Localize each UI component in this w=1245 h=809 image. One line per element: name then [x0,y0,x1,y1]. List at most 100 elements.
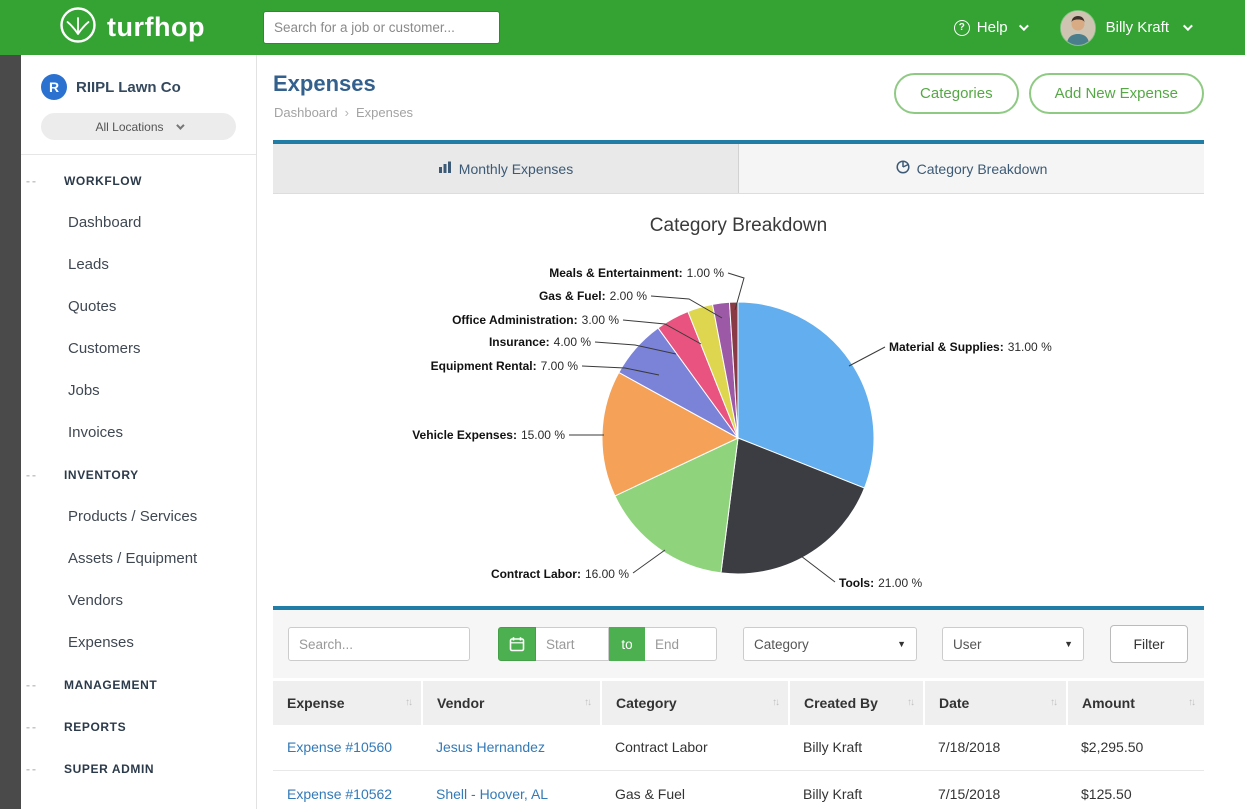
calendar-icon[interactable] [498,627,536,661]
column-header-expense[interactable]: Expense↑↓ [273,680,422,725]
tab-monthly-expenses[interactable]: Monthly Expenses [273,144,739,193]
brand-name: turfhop [107,12,205,43]
page-actions: Categories Add New Expense [894,73,1204,114]
sidebar-item-jobs[interactable]: Jobs [21,370,256,412]
pie-chart [601,301,875,575]
turfhop-logo-icon [58,5,98,50]
category-select[interactable]: Category ▼ [743,627,917,661]
sidebar-item-quotes[interactable]: Quotes [21,286,256,328]
select-arrow-icon: ▼ [1064,639,1073,649]
user-menu[interactable]: Billy Kraft [1060,10,1190,46]
amount-cell: $2,295.50 [1067,725,1204,771]
sort-icon: ↑↓ [907,697,913,708]
sort-icon: ↑↓ [405,697,411,708]
date-cell: 7/15/2018 [924,771,1067,809]
expense-link[interactable]: Expense #10562 [287,786,392,802]
expense-link[interactable]: Expense #10560 [287,739,392,755]
user-select-value: User [953,637,982,652]
page-title: Expenses [273,71,376,97]
date-to-label: to [609,627,645,661]
table-header-row: Expense↑↓ Vendor↑↓ Category↑↓ Created By… [273,680,1204,725]
pie-label-insurance: Insurance4.00 % [489,335,591,349]
chevron-down-icon [1019,21,1029,31]
column-header-created-by[interactable]: Created By↑↓ [789,680,924,725]
expenses-table: Expense↑↓ Vendor↑↓ Category↑↓ Created By… [273,678,1204,809]
chevron-down-icon [1183,21,1193,31]
help-label: Help [977,19,1008,36]
column-header-date[interactable]: Date↑↓ [924,680,1067,725]
company-info: R RIIPL Lawn Co [41,74,236,100]
app-window: turfhop ? Help Billy Kraft [0,0,1245,809]
created-by-cell: Billy Kraft [789,771,924,809]
pie-label-tools: Tools21.00 % [839,576,922,590]
sidebar-item-assets-equipment[interactable]: Assets / Equipment [21,538,256,580]
column-header-amount[interactable]: Amount↑↓ [1067,680,1204,725]
avatar [1060,10,1096,46]
sidebar-section-super-admin[interactable]: SUPER ADMIN [21,748,256,790]
breadcrumb: Dashboard › Expenses [274,105,413,120]
date-cell: 7/18/2018 [924,725,1067,771]
location-selector-label: All Locations [95,120,163,134]
sidebar-item-dashboard[interactable]: Dashboard [21,202,256,244]
turfhop-logo[interactable]: turfhop [58,5,263,50]
bar-chart-icon [438,160,452,177]
select-arrow-icon: ▼ [897,639,906,649]
categories-button[interactable]: Categories [894,73,1019,114]
sidebar-item-expenses[interactable]: Expenses [21,622,256,664]
vendor-link[interactable]: Jesus Hernandez [436,739,545,755]
global-search-input[interactable] [263,11,500,44]
page-header: Expenses Dashboard › Expenses Categories A… [257,55,1245,140]
left-edge-strip [0,55,21,809]
user-select[interactable]: User ▼ [942,627,1084,661]
sort-icon: ↑↓ [1188,697,1194,708]
vendor-link[interactable]: Shell - Hoover, AL [436,786,548,802]
column-header-vendor[interactable]: Vendor↑↓ [422,680,601,725]
date-start-input[interactable] [536,627,609,661]
pie-label-vehicle-expenses: Vehicle Expenses15.00 % [412,428,565,442]
filter-button[interactable]: Filter [1110,625,1188,663]
top-bar: turfhop ? Help Billy Kraft [0,0,1245,55]
sidebar-section-workflow[interactable]: WORKFLOW [21,160,256,202]
date-range-group: to [498,627,717,661]
help-menu[interactable]: ? Help [954,19,1026,36]
tab-monthly-label: Monthly Expenses [459,161,573,177]
breadcrumb-separator: › [345,105,349,120]
category-cell: Gas & Fuel [601,771,789,809]
sidebar-item-products-services[interactable]: Products / Services [21,496,256,538]
pie-label-meals-entertainment: Meals & Entertainment1.00 % [549,266,724,280]
sidebar-item-invoices[interactable]: Invoices [21,412,256,454]
sidebar-section-inventory[interactable]: INVENTORY [21,454,256,496]
pie-label-equipment-rental: Equipment Rental7.00 % [431,359,578,373]
pie-chart-area: Category Breakdown [273,194,1204,606]
sidebar-item-leads[interactable]: Leads [21,244,256,286]
sort-icon: ↑↓ [1050,697,1056,708]
pie-label-office-administration: Office Administration3.00 % [452,313,619,327]
company-logo-badge: R [41,74,67,100]
breadcrumb-dashboard[interactable]: Dashboard [274,105,338,120]
created-by-cell: Billy Kraft [789,725,924,771]
tab-category-label: Category Breakdown [917,161,1048,177]
top-bar-right: ? Help Billy Kraft [954,10,1190,46]
sidebar-item-customers[interactable]: Customers [21,328,256,370]
table-search-input[interactable] [288,627,470,661]
user-name: Billy Kraft [1106,19,1169,36]
column-header-category[interactable]: Category↑↓ [601,680,789,725]
breadcrumb-expenses: Expenses [356,105,413,120]
location-selector[interactable]: All Locations [41,113,236,140]
sidebar-section-management[interactable]: MANAGEMENT [21,664,256,706]
tab-category-breakdown[interactable]: Category Breakdown [739,144,1204,193]
category-cell: Contract Labor [601,725,789,771]
add-new-expense-button[interactable]: Add New Expense [1029,73,1204,114]
expenses-chart-card: Monthly Expenses Category Breakdown [273,140,1204,606]
expenses-table-card: to Category ▼ User ▼ Filter [273,606,1204,809]
sidebar-company-block: R RIIPL Lawn Co All Locations [21,55,256,140]
date-end-input[interactable] [645,627,717,661]
pie-label-gas-fuel: Gas & Fuel2.00 % [539,289,647,303]
sidebar-item-vendors[interactable]: Vendors [21,580,256,622]
filter-bar: to Category ▼ User ▼ Filter [273,606,1204,678]
table-row: Expense #10560 Jesus Hernandez Contract … [273,725,1204,771]
sidebar-section-reports[interactable]: REPORTS [21,706,256,748]
help-icon: ? [954,20,970,36]
sort-icon: ↑↓ [772,697,778,708]
pie-chart-icon [896,160,910,177]
